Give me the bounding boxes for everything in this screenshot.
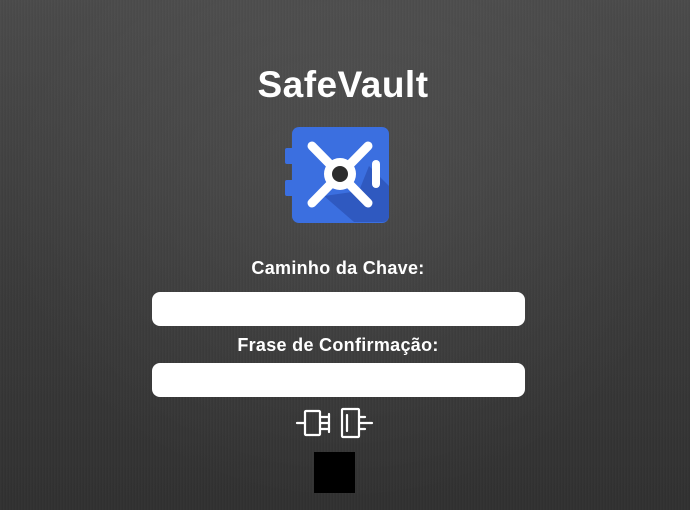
plug-connect-icon	[295, 407, 374, 439]
key-path-label: Caminho da Chave:	[251, 258, 425, 278]
vault-safe-icon	[284, 126, 390, 224]
app-window: SafeVault Caminho da Chave: Frase de Con…	[0, 0, 690, 510]
connect-button[interactable]	[295, 406, 375, 440]
key-path-input[interactable]	[152, 292, 525, 326]
status-indicator	[314, 452, 355, 493]
app-title: SafeVault	[257, 64, 429, 105]
passphrase-label: Frase de Confirmação:	[237, 335, 439, 355]
passphrase-input[interactable]	[152, 363, 525, 397]
